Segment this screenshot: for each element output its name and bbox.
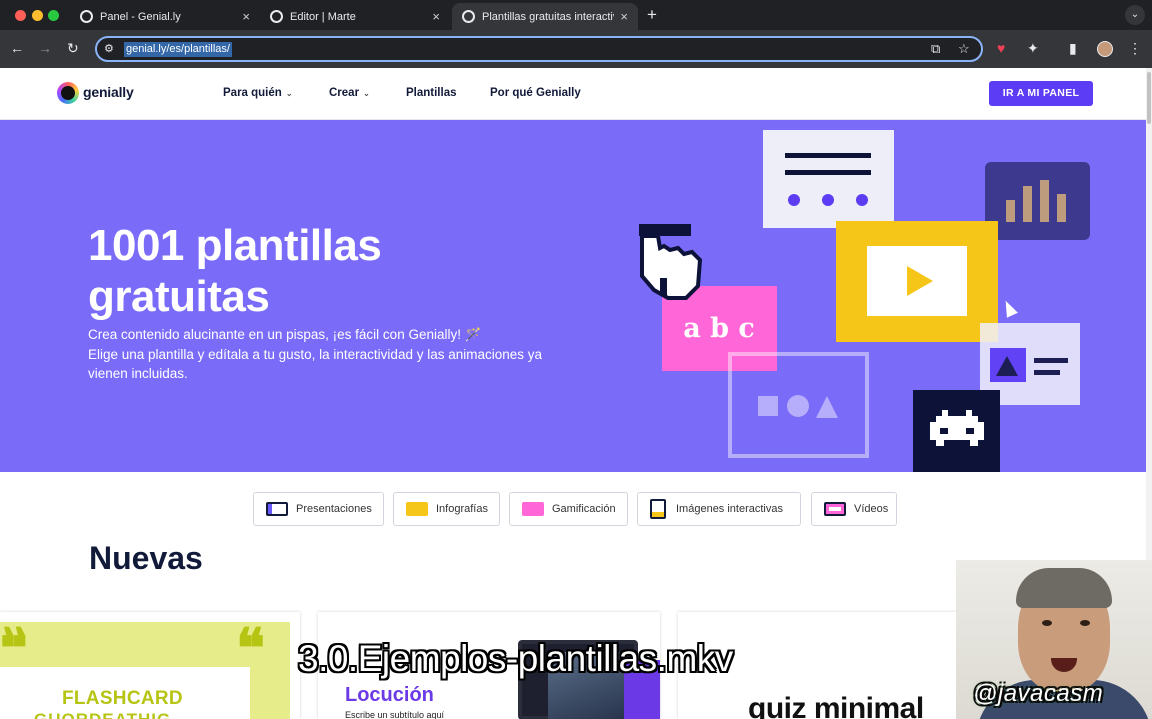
chip-imagenes-interactivas[interactable]: Imágenes interactivas (637, 492, 801, 526)
hero-subtitle: Crea contenido alucinante en un pispas, … (88, 325, 558, 384)
url-text[interactable]: genial.ly/es/plantillas/ (124, 42, 232, 57)
genially-favicon-icon (80, 10, 93, 23)
chip-videos[interactable]: Vídeos (811, 492, 897, 526)
chip-label: Vídeos (854, 503, 889, 515)
template-card-flashcard[interactable]: ❝ ❝ FLASHCARD GUORDEATHIG (0, 612, 300, 719)
browser-toolbar: ← → ↻ ⚙ genial.ly/es/plantillas/ ⧉ ☆ (0, 30, 1152, 68)
new-tab-button[interactable]: + (647, 5, 657, 25)
site-header: genially Para quién ⌄ Crear ⌄ Plantillas P… (0, 68, 1146, 120)
video-filename-watermark: 3.0.Ejemplos-plantillas.mkv (298, 638, 733, 679)
hero-banner: 1001 plantillas gratuitas Crea contenido… (0, 120, 1146, 472)
site-settings-icon[interactable]: ⚙ (104, 42, 114, 55)
section-title-nuevas: Nuevas (89, 540, 203, 576)
infographic-icon (406, 502, 428, 516)
quote-icon: ❝ (236, 619, 266, 679)
abc-text: a b c (683, 313, 755, 344)
tab-search-button[interactable]: ⌄ (1125, 5, 1145, 25)
forward-button[interactable]: → (38, 40, 52, 56)
install-app-icon[interactable]: ⧉ (931, 41, 940, 57)
template-title: quiz minimal (748, 692, 924, 719)
presenter-hair (1016, 568, 1112, 608)
close-window-button[interactable] (15, 10, 26, 21)
presentation-icon (266, 502, 288, 516)
channel-handle: @javacasm (973, 680, 1104, 707)
chip-infografias[interactable]: Infografías (393, 492, 500, 526)
hero-subtitle-line: Crea contenido alucinante en un pispas, … (88, 327, 482, 342)
nav-crear[interactable]: Crear ⌄ (329, 87, 370, 99)
gamepad-icon (522, 502, 544, 516)
nav-plantillas[interactable]: Plantillas (406, 87, 457, 99)
image-icon (650, 499, 666, 519)
pocket-extension-icon[interactable]: ♥ (997, 40, 1005, 56)
tab-editor-marte[interactable]: Editor | Marte × (260, 3, 450, 30)
chevron-down-icon: ⌄ (363, 89, 370, 98)
chip-label: Gamificación (552, 503, 616, 515)
tab-close-icon[interactable]: × (432, 9, 440, 24)
template-title: Locución (345, 684, 434, 706)
tab-title: Panel - Genial.ly (100, 10, 181, 23)
pointing-hand-icon (639, 224, 703, 300)
genially-favicon-icon (462, 10, 475, 23)
chip-label: Imágenes interactivas (676, 503, 783, 515)
video-icon (824, 502, 846, 516)
template-subtitle: Escribe un subtítulo aquí (345, 710, 445, 719)
minimize-window-button[interactable] (32, 10, 43, 21)
text-card-icon (763, 130, 894, 228)
scrollbar-thumb[interactable] (1147, 72, 1151, 124)
chip-presentaciones[interactable]: Presentaciones (253, 492, 384, 526)
chip-label: Infografías (436, 503, 488, 515)
address-bar[interactable]: ⚙ genial.ly/es/plantillas/ ⧉ ☆ (95, 36, 983, 62)
space-invader-icon (913, 390, 1000, 472)
extensions-puzzle-icon[interactable]: ✦ (1027, 40, 1039, 57)
presenter-eye (1080, 620, 1090, 626)
nav-label: Crear (329, 87, 360, 99)
tab-panel-genially[interactable]: Panel - Genial.ly × (70, 3, 260, 30)
quote-icon: ❝ (0, 619, 30, 679)
bookmark-star-icon[interactable]: ☆ (958, 41, 970, 57)
profile-avatar[interactable] (1097, 41, 1113, 57)
nav-para-quien[interactable]: Para quién ⌄ (223, 87, 293, 99)
hero-illustration: a b c (639, 130, 1090, 472)
nav-por-que-genially[interactable]: Por qué Genially (490, 87, 581, 99)
maximize-window-button[interactable] (48, 10, 59, 21)
browser-tab-bar: Panel - Genial.ly × Editor | Marte × Pla… (0, 0, 1152, 30)
logo-text[interactable]: genially (83, 84, 134, 100)
chip-label: Presentaciones (296, 503, 372, 515)
reload-button[interactable]: ↻ (67, 40, 79, 57)
bar-chart-icon (985, 162, 1090, 240)
hero-subtitle-line: Elige una plantilla y edítala a tu gusto… (88, 346, 543, 382)
side-panel-icon[interactable]: ▮ (1069, 40, 1077, 57)
nav-label: Para quién (223, 87, 282, 99)
chevron-down-icon: ⌄ (285, 89, 293, 98)
back-button[interactable]: ← (10, 40, 24, 56)
template-title: FLASHCARD (62, 688, 183, 709)
tab-plantillas[interactable]: Plantillas gratuitas interactiva × (452, 3, 638, 30)
hero-title: 1001 plantillas gratuitas (88, 221, 382, 321)
presenter-eye (1042, 620, 1052, 626)
tab-title: Plantillas gratuitas interactiva (482, 10, 615, 23)
tab-close-icon[interactable]: × (620, 9, 628, 24)
go-to-panel-button[interactable]: IR A MI PANEL (989, 81, 1093, 106)
template-subtitle: GUORDEATHIG (34, 710, 171, 719)
genially-favicon-icon (270, 10, 283, 23)
tab-title: Editor | Marte (290, 10, 356, 23)
browser-menu-icon[interactable]: ⋮ (1128, 40, 1142, 57)
tab-close-icon[interactable]: × (242, 9, 250, 24)
chip-gamificacion[interactable]: Gamificación (509, 492, 628, 526)
genially-logo-icon[interactable] (57, 82, 79, 104)
